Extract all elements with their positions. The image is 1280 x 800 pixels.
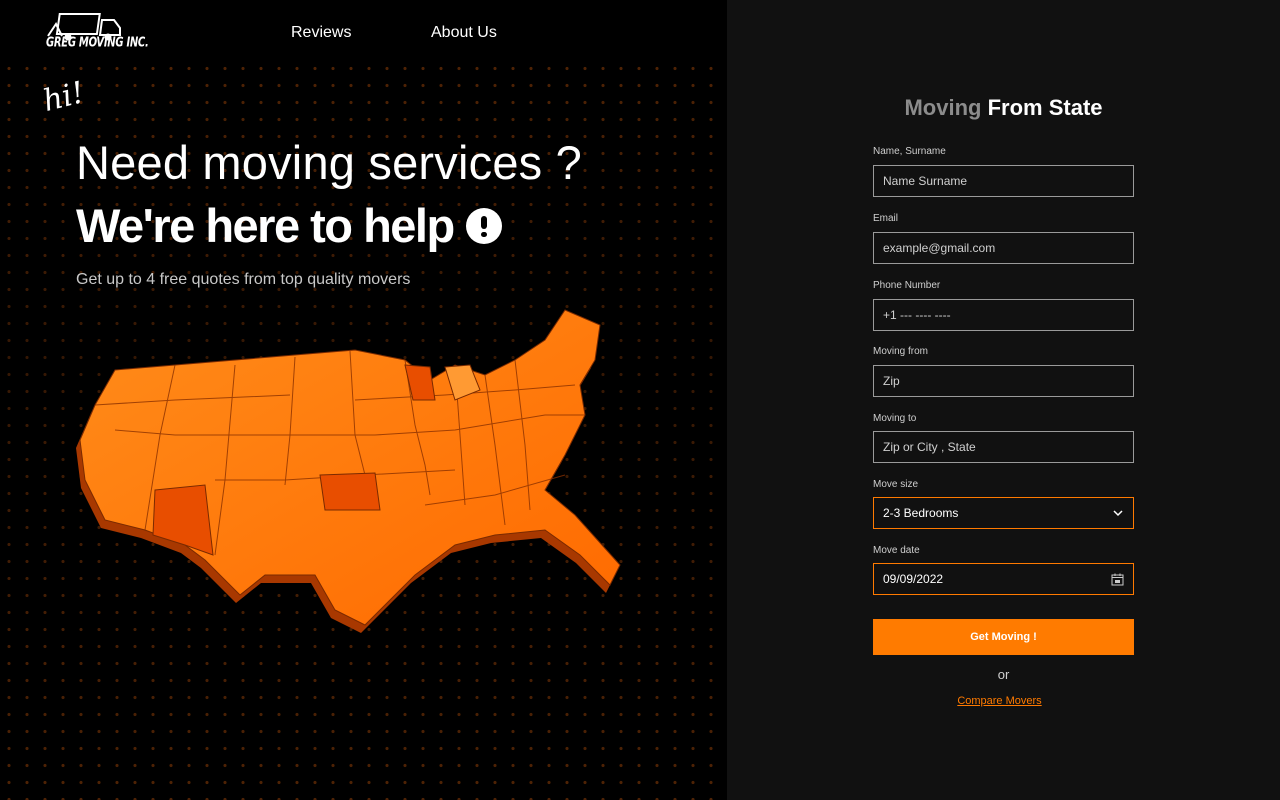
usa-map-illustration [76, 309, 621, 633]
hero-subtitle: Get up to 4 free quotes from top quality… [76, 271, 411, 288]
move-date-label: Move date [873, 545, 920, 556]
phone-input[interactable]: +1 --- ---- ---- [873, 299, 1134, 331]
move-date-input[interactable]: 09/09/2022 [873, 563, 1134, 595]
name-input-placeholder: Name Surname [883, 174, 968, 188]
name-input[interactable]: Name Surname [873, 165, 1134, 197]
form-title-strong: From State [987, 95, 1103, 120]
moving-to-label: Moving to [873, 413, 917, 424]
calendar-icon[interactable] [1111, 573, 1124, 586]
get-moving-button[interactable]: Get Moving ! [873, 619, 1134, 655]
email-label: Email [873, 213, 899, 224]
or-separator: or [997, 667, 1010, 682]
headline-primary: Need moving services ? [76, 136, 582, 189]
form-title: Moving From State [727, 95, 1280, 121]
exclamation-icon [465, 207, 502, 244]
email-input-placeholder: example@gmail.com [883, 241, 996, 255]
moving-to-placeholder: Zip or City , State [883, 440, 976, 454]
nav-about-link[interactable]: About Us [431, 24, 497, 42]
move-size-select[interactable]: 2-3 Bedrooms [873, 497, 1134, 529]
logo[interactable]: GREG MOVING INC. [44, 12, 149, 56]
nav-reviews-link[interactable]: Reviews [291, 24, 351, 42]
moving-from-label: Moving from [873, 346, 929, 357]
logo-text: GREG MOVING INC. [46, 36, 149, 51]
form-title-muted: Moving [904, 95, 982, 120]
move-size-value: 2-3 Bedrooms [883, 506, 959, 520]
headline-secondary-text: We're here to help [76, 199, 455, 252]
moving-from-placeholder: Zip [883, 374, 900, 388]
phone-input-placeholder: +1 --- ---- ---- [883, 308, 951, 322]
headline-secondary: We're here to help [76, 198, 502, 253]
hero-panel: GREG MOVING INC. Reviews About Us hi! Ne… [0, 0, 727, 800]
name-label: Name, Surname [873, 146, 946, 157]
moving-from-input[interactable]: Zip [873, 365, 1134, 397]
phone-label: Phone Number [873, 280, 941, 291]
moving-to-input[interactable]: Zip or City , State [873, 431, 1134, 463]
email-input[interactable]: example@gmail.com [873, 232, 1134, 264]
move-size-label: Move size [873, 479, 919, 490]
compare-movers-link[interactable]: Compare Movers [873, 695, 1126, 707]
chevron-down-icon [1113, 510, 1123, 517]
form-panel: Moving From State Name, Surname Name Sur… [727, 0, 1280, 800]
move-date-value: 09/09/2022 [883, 572, 944, 586]
